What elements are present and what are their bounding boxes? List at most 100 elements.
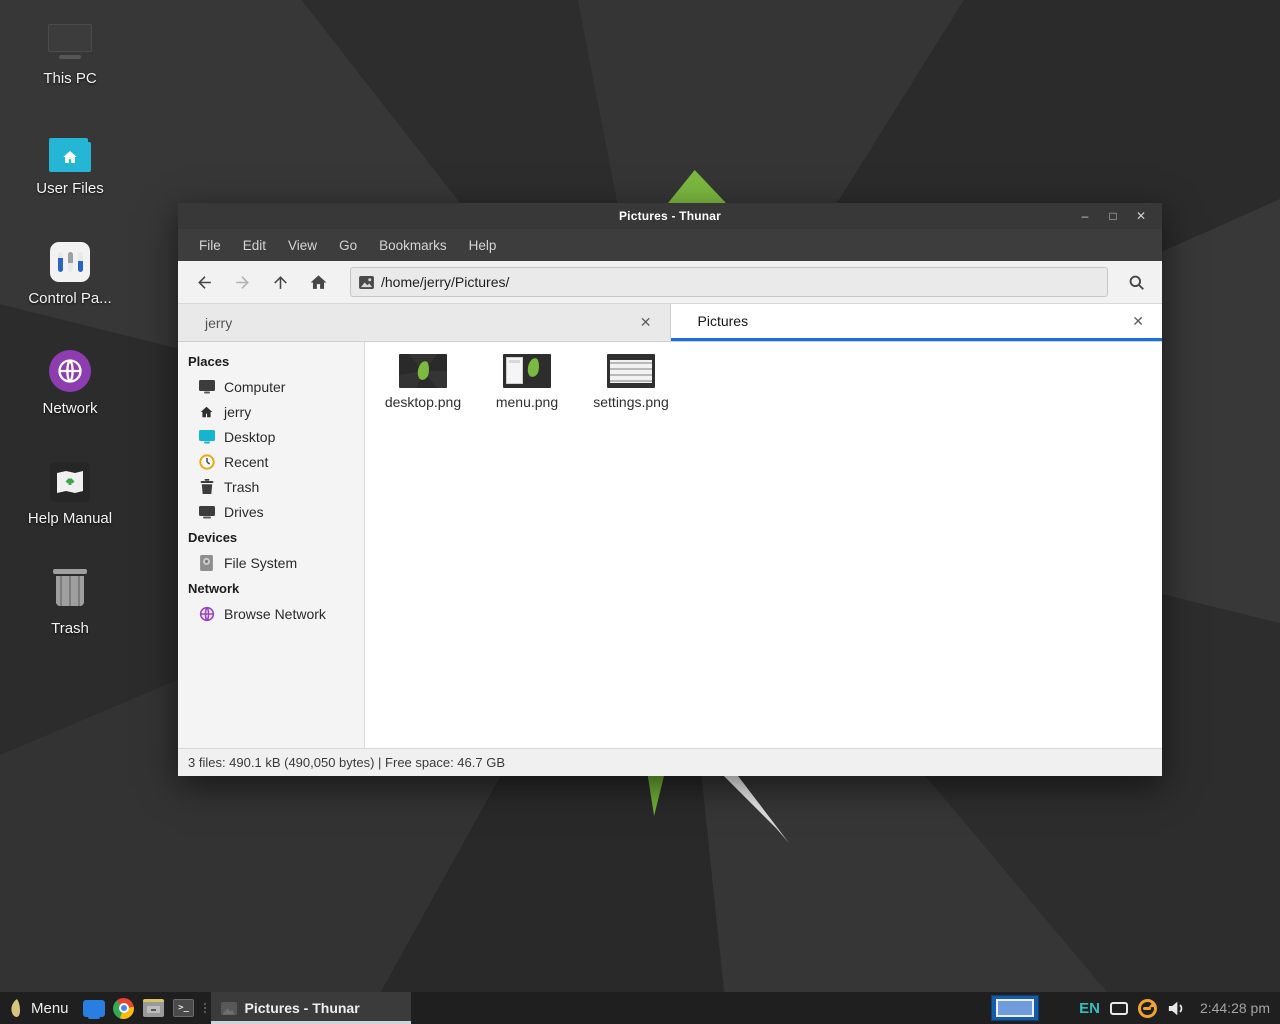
menu-file[interactable]: File	[188, 233, 232, 258]
desktop-icon-user-files[interactable]: User Files	[18, 124, 122, 234]
menu-bookmarks[interactable]: Bookmarks	[368, 233, 458, 258]
sidebar-item-desktop[interactable]: Desktop	[178, 424, 364, 449]
filesystem-icon	[198, 554, 215, 571]
sidebar-item-label: Computer	[224, 379, 285, 395]
file-menu-png[interactable]: menu.png	[479, 354, 575, 410]
volume-icon[interactable]	[1167, 1000, 1186, 1017]
desktop-icon-label: Trash	[51, 620, 89, 637]
menu-label: Menu	[31, 1000, 69, 1017]
taskbar-window-button[interactable]: Pictures - Thunar	[211, 992, 411, 1024]
trash-icon	[198, 478, 215, 495]
sidebar-item-jerry[interactable]: jerry	[178, 399, 364, 424]
tab-label: jerry	[205, 315, 634, 331]
wallpaper-mint-leaf-stem	[646, 776, 664, 816]
taskbar-window-label: Pictures - Thunar	[245, 1000, 360, 1016]
network-globe-icon	[49, 344, 91, 392]
image-thumbnail	[503, 354, 551, 388]
tab-jerry[interactable]: jerry ✕	[178, 304, 671, 341]
desktop-icon	[198, 428, 215, 445]
tab-bar: jerry ✕ Pictures ✕	[178, 304, 1162, 342]
image-thumbnail	[607, 354, 655, 388]
status-text: 3 files: 490.1 kB (490,050 bytes) | Free…	[188, 755, 505, 770]
computer-icon	[198, 378, 215, 395]
menu-view[interactable]: View	[277, 233, 328, 258]
user-files-folder-icon	[49, 124, 91, 172]
workspace-switcher[interactable]	[991, 995, 1039, 1021]
panel-separator	[201, 992, 209, 1024]
sidebar-item-trash[interactable]: Trash	[178, 474, 364, 499]
desktop-icon-label: Network	[42, 400, 97, 417]
sidebar-item-drives[interactable]: Drives	[178, 499, 364, 524]
thunar-window: Pictures - Thunar – □ ✕ File Edit View G…	[178, 203, 1162, 776]
desktop-icon-network[interactable]: Network	[18, 344, 122, 454]
file-name: menu.png	[496, 394, 558, 410]
chrome-launcher[interactable]	[109, 992, 139, 1024]
menu-edit[interactable]: Edit	[232, 233, 277, 258]
desktop-icon-label: Control Pa...	[28, 290, 111, 307]
sidebar-item-computer[interactable]: Computer	[178, 374, 364, 399]
menu-go[interactable]: Go	[328, 233, 368, 258]
sidebar-item-label: Trash	[224, 479, 259, 495]
sidebar-header-network: Network	[178, 575, 364, 601]
desktop-icon-control-panel[interactable]: Control Pa...	[18, 234, 122, 344]
tab-label: Pictures	[698, 313, 1127, 329]
desktop-icon-help-manual[interactable]: Help Manual	[18, 454, 122, 564]
recent-clock-icon	[198, 453, 215, 470]
sidebar-item-recent[interactable]: Recent	[178, 449, 364, 474]
file-manager-launcher[interactable]	[139, 992, 169, 1024]
update-manager-icon[interactable]	[1138, 999, 1157, 1018]
clock[interactable]: 2:44:28 pm	[1196, 1000, 1270, 1016]
chrome-icon	[113, 998, 134, 1019]
maximize-button[interactable]: □	[1102, 206, 1124, 226]
file-name: settings.png	[593, 394, 669, 410]
display-tray-icon[interactable]	[1110, 1002, 1128, 1015]
desktop-icon-this-pc[interactable]: This PC	[18, 14, 122, 124]
toolbar: /home/jerry/Pictures/	[178, 261, 1162, 304]
window-title: Pictures - Thunar	[178, 209, 1162, 223]
mint-leaf-icon	[8, 998, 24, 1018]
menu-help[interactable]: Help	[458, 233, 508, 258]
this-pc-icon	[48, 14, 92, 62]
file-cabinet-icon	[143, 999, 164, 1017]
file-settings-png[interactable]: settings.png	[583, 354, 679, 410]
sidebar-item-label: File System	[224, 555, 297, 571]
show-desktop-launcher[interactable]	[79, 992, 109, 1024]
taskbar: Menu >_ Pictures - Thunar EN 2:44:28 pm	[0, 992, 1280, 1024]
system-tray: EN 2:44:28 pm	[1079, 999, 1280, 1018]
drives-icon	[198, 503, 215, 520]
image-file-icon	[359, 276, 374, 289]
active-workspace[interactable]	[996, 999, 1034, 1017]
window-titlebar[interactable]: Pictures - Thunar – □ ✕	[178, 203, 1162, 229]
status-bar: 3 files: 490.1 kB (490,050 bytes) | Free…	[178, 748, 1162, 776]
sidebar-item-label: Desktop	[224, 429, 275, 445]
back-button[interactable]	[186, 266, 222, 298]
sidebar: Places Computer jerry	[178, 342, 365, 748]
window-controls: – □ ✕	[1074, 206, 1162, 226]
start-menu-button[interactable]: Menu	[0, 992, 79, 1024]
terminal-launcher[interactable]: >_	[169, 992, 199, 1024]
file-desktop-png[interactable]: desktop.png	[375, 354, 471, 410]
path-text: /home/jerry/Pictures/	[381, 274, 509, 290]
close-button[interactable]: ✕	[1130, 206, 1152, 226]
home-icon	[198, 403, 215, 420]
file-view[interactable]: desktop.png menu.png settings.png	[365, 342, 1162, 748]
tab-pictures[interactable]: Pictures ✕	[671, 304, 1163, 341]
keyboard-layout-indicator[interactable]: EN	[1079, 1000, 1100, 1017]
sidebar-header-places: Places	[178, 348, 364, 374]
search-button[interactable]	[1118, 266, 1154, 298]
sidebar-item-browse-network[interactable]: Browse Network	[178, 601, 364, 626]
path-bar[interactable]: /home/jerry/Pictures/	[350, 267, 1108, 297]
sidebar-item-label: Recent	[224, 454, 268, 470]
desktop-icon-trash[interactable]: Trash	[18, 564, 122, 674]
image-thumbnail	[399, 354, 447, 388]
sidebar-item-label: Drives	[224, 504, 264, 520]
forward-button[interactable]	[224, 266, 260, 298]
minimize-button[interactable]: –	[1074, 206, 1096, 226]
up-button[interactable]	[262, 266, 298, 298]
desktop-icon-label: Help Manual	[28, 510, 112, 527]
tab-close-icon[interactable]: ✕	[1126, 311, 1150, 332]
tab-close-icon[interactable]: ✕	[634, 312, 658, 333]
sidebar-item-file-system[interactable]: File System	[178, 550, 364, 575]
wallpaper-mint-leaf-top	[668, 170, 726, 203]
home-button[interactable]	[300, 266, 336, 298]
